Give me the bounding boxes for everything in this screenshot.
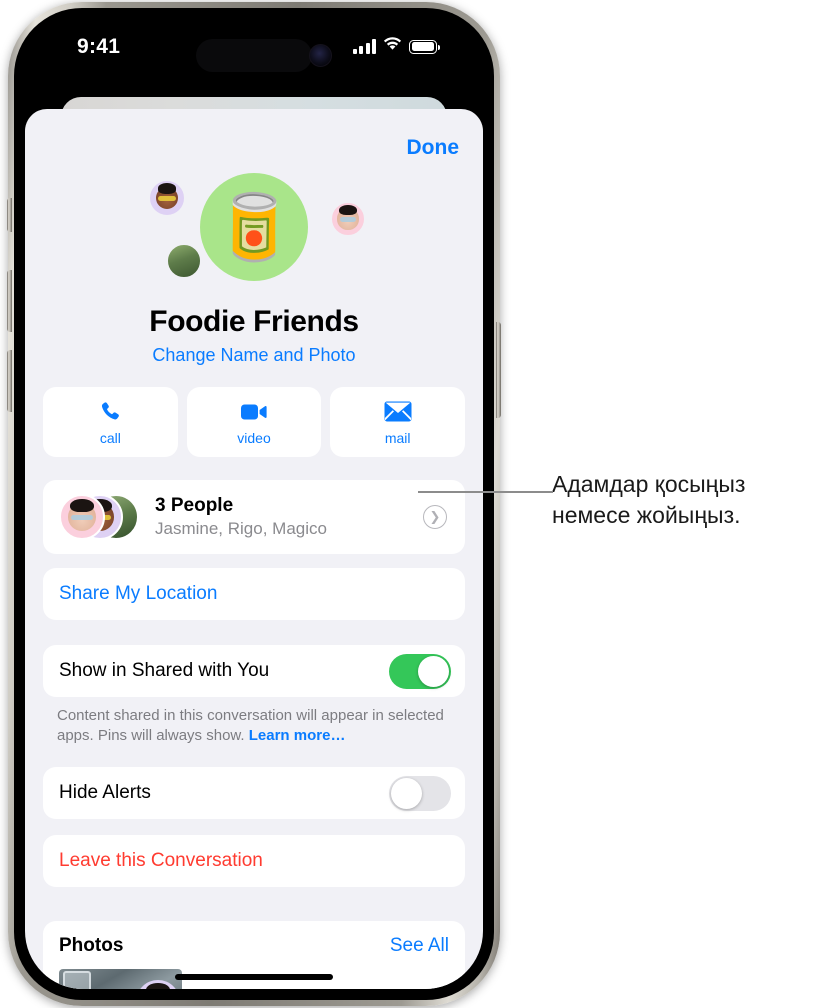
people-avatar-stack bbox=[59, 494, 143, 540]
member-avatar-magico bbox=[166, 243, 202, 279]
stack-avatar-jasmine bbox=[59, 494, 105, 540]
home-indicator[interactable] bbox=[175, 974, 333, 980]
leave-conversation-row[interactable]: Leave this Conversation bbox=[43, 835, 465, 887]
call-button-label: call bbox=[99, 429, 121, 446]
see-all-link[interactable]: See All bbox=[390, 935, 449, 957]
show-in-shared-with-you-toggle[interactable] bbox=[389, 653, 451, 689]
photos-title: Photos bbox=[59, 935, 124, 956]
callout-leader-line bbox=[418, 491, 553, 493]
video-camera-icon bbox=[240, 399, 268, 425]
people-names-label: Jasmine, Rigo, Magico bbox=[155, 519, 327, 538]
shared-with-you-footnote: Content shared in this conversation will… bbox=[57, 706, 453, 747]
envelope-icon bbox=[384, 399, 412, 425]
hide-alerts-toggle[interactable] bbox=[389, 775, 451, 811]
people-count-label: 3 People bbox=[155, 495, 234, 516]
member-avatar-rigo bbox=[148, 179, 186, 217]
glass-detail bbox=[63, 971, 91, 989]
share-my-location-row[interactable]: Share My Location bbox=[43, 568, 465, 620]
action-button[interactable] bbox=[7, 198, 12, 232]
photos-header: Photos See All bbox=[59, 921, 449, 957]
phone-screen: 9:41 Done 🥫 Foodie Friends Change Name a… bbox=[25, 19, 483, 989]
show-in-shared-with-you-row: Show in Shared with You bbox=[43, 645, 465, 697]
video-button[interactable]: video bbox=[186, 387, 322, 457]
leave-conversation-label: Leave this Conversation bbox=[59, 850, 263, 871]
phone-frame: 9:41 Done 🥫 Foodie Friends Change Name a… bbox=[7, 2, 501, 1006]
power-button[interactable] bbox=[496, 322, 501, 418]
learn-more-link[interactable]: Learn more… bbox=[249, 727, 346, 744]
callout-text: Адамдар қосыңыз немесе жойыңыз. bbox=[552, 471, 746, 528]
hide-alerts-label: Hide Alerts bbox=[59, 782, 151, 803]
member-avatar-jasmine bbox=[330, 201, 366, 237]
cellular-bars-icon bbox=[352, 39, 376, 54]
group-name: Foodie Friends bbox=[149, 305, 359, 338]
phone-bezel: 9:41 Done 🥫 Foodie Friends Change Name a… bbox=[14, 8, 494, 1000]
mail-button-label: mail bbox=[384, 429, 411, 446]
hide-alerts-row: Hide Alerts bbox=[43, 767, 465, 819]
action-button-row: call video mail bbox=[43, 387, 466, 457]
group-avatar-area[interactable]: 🥫 bbox=[134, 171, 374, 303]
front-camera-icon bbox=[309, 44, 332, 67]
battery-full-icon bbox=[409, 39, 441, 54]
group-header: 🥫 Foodie Friends Change Name and Photo bbox=[25, 171, 483, 366]
show-in-shared-with-you-label: Show in Shared with You bbox=[59, 660, 270, 681]
photo-thumbnail[interactable] bbox=[59, 969, 182, 989]
change-name-and-photo-link[interactable]: Change Name and Photo bbox=[25, 345, 483, 366]
group-photo[interactable]: 🥫 bbox=[200, 173, 308, 281]
photo-sender-avatar bbox=[136, 980, 180, 989]
status-indicators bbox=[352, 37, 441, 56]
screenshot-stage: 9:41 Done 🥫 Foodie Friends Change Name a… bbox=[0, 0, 825, 1008]
phone-icon bbox=[98, 399, 122, 425]
call-button[interactable]: call bbox=[43, 387, 178, 457]
video-button-label: video bbox=[237, 429, 271, 446]
chevron-right-icon[interactable]: ❯ bbox=[423, 505, 447, 529]
people-text: 3 People Jasmine, Rigo, Magico bbox=[155, 495, 327, 539]
status-time: 9:41 bbox=[77, 35, 121, 58]
group-details-sheet: Done 🥫 Foodie Friends Change Name and Ph… bbox=[25, 109, 483, 989]
volume-up-button[interactable] bbox=[7, 270, 12, 332]
status-bar: 9:41 bbox=[25, 19, 483, 77]
people-row[interactable]: 3 People Jasmine, Rigo, Magico ❯ bbox=[43, 480, 465, 554]
volume-down-button[interactable] bbox=[7, 350, 12, 412]
wifi-icon bbox=[383, 37, 402, 56]
done-button[interactable]: Done bbox=[407, 136, 460, 160]
dynamic-island bbox=[196, 39, 312, 72]
mail-button[interactable]: mail bbox=[330, 387, 466, 457]
share-my-location-label: Share My Location bbox=[59, 583, 218, 604]
